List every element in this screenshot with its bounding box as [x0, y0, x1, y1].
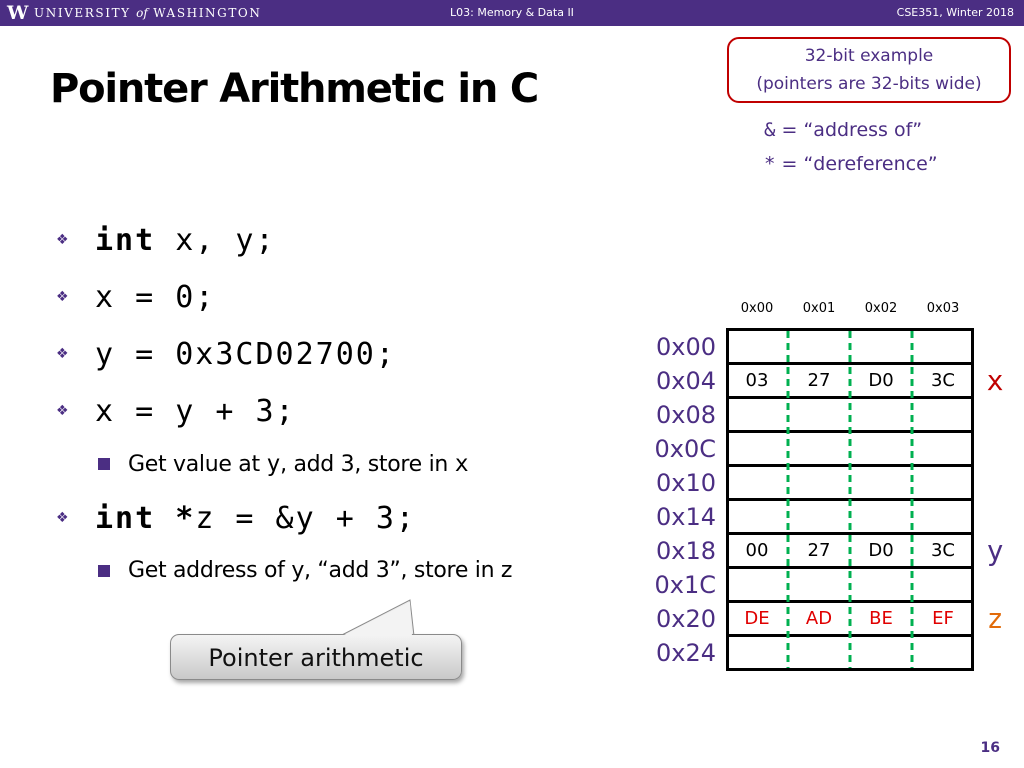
diamond-bullet-icon: ❖ — [56, 510, 69, 526]
address-label: 0x18 — [655, 537, 716, 565]
header-bar: W UNIVERSITY of WASHINGTON L03: Memory &… — [0, 0, 1024, 26]
memory-byte-cell: 27 — [807, 540, 831, 561]
variable-label-y: y — [986, 534, 1004, 567]
variable-label-x: x — [986, 364, 1004, 397]
address-label: 0x00 — [655, 333, 716, 361]
slide-title: Pointer Arithmetic in C — [50, 66, 539, 112]
memory-byte-cell: 3C — [930, 370, 956, 391]
address-label: 0x0C — [654, 435, 717, 463]
square-bullet-icon — [98, 565, 110, 577]
column-header: 0x01 — [802, 301, 836, 316]
address-label: 0x20 — [655, 605, 716, 633]
bit-width-callout: 32-bit example (pointers are 32-bits wid… — [727, 37, 1011, 103]
column-header: 0x02 — [864, 301, 898, 316]
memory-byte-cell: 03 — [745, 370, 769, 391]
address-label: 0x14 — [655, 503, 716, 531]
square-bullet-icon — [98, 458, 110, 470]
memory-byte-cell: D0 — [868, 540, 894, 561]
address-label: 0x24 — [655, 639, 716, 667]
memory-byte-cell: 27 — [807, 370, 831, 391]
course-name: CSE351, Winter 2018 — [896, 6, 1014, 19]
memory-grid: 03 27 D0 3C 00 27 D0 3C DE AD BE EF — [726, 328, 974, 671]
callout-line-2: (pointers are 32-bits wide) — [756, 74, 982, 94]
memory-byte-cell: AD — [805, 608, 833, 629]
address-label: 0x08 — [655, 401, 716, 429]
address-label: 0x1C — [654, 571, 717, 599]
memory-byte-cell: 3C — [930, 540, 956, 561]
callout-line-1: 32-bit example — [804, 46, 934, 66]
memory-byte-cell: DE — [744, 608, 770, 629]
page-number: 16 — [980, 740, 1000, 756]
memory-byte-cell: BE — [869, 608, 893, 629]
variable-label-z: z — [986, 602, 1004, 635]
memory-byte-cell: 00 — [745, 540, 769, 561]
memory-byte-cell: EF — [932, 608, 954, 629]
column-header: 0x00 — [740, 301, 774, 316]
column-header: 0x03 — [926, 301, 960, 316]
diamond-bullet-icon: ❖ — [56, 232, 69, 248]
diamond-bullet-icon: ❖ — [56, 346, 69, 362]
pointer-arithmetic-bubble: Pointer arithmetic — [170, 634, 462, 680]
lecture-title: L03: Memory & Data II — [450, 6, 574, 19]
diamond-bullet-icon: ❖ — [56, 403, 69, 419]
legend-address-of: & = “address of” — [764, 119, 923, 141]
diamond-bullet-icon: ❖ — [56, 289, 69, 305]
address-label: 0x10 — [655, 469, 716, 497]
address-label: 0x04 — [655, 367, 716, 395]
legend-dereference: * = “dereference” — [764, 153, 938, 175]
memory-byte-cell: D0 — [868, 370, 894, 391]
